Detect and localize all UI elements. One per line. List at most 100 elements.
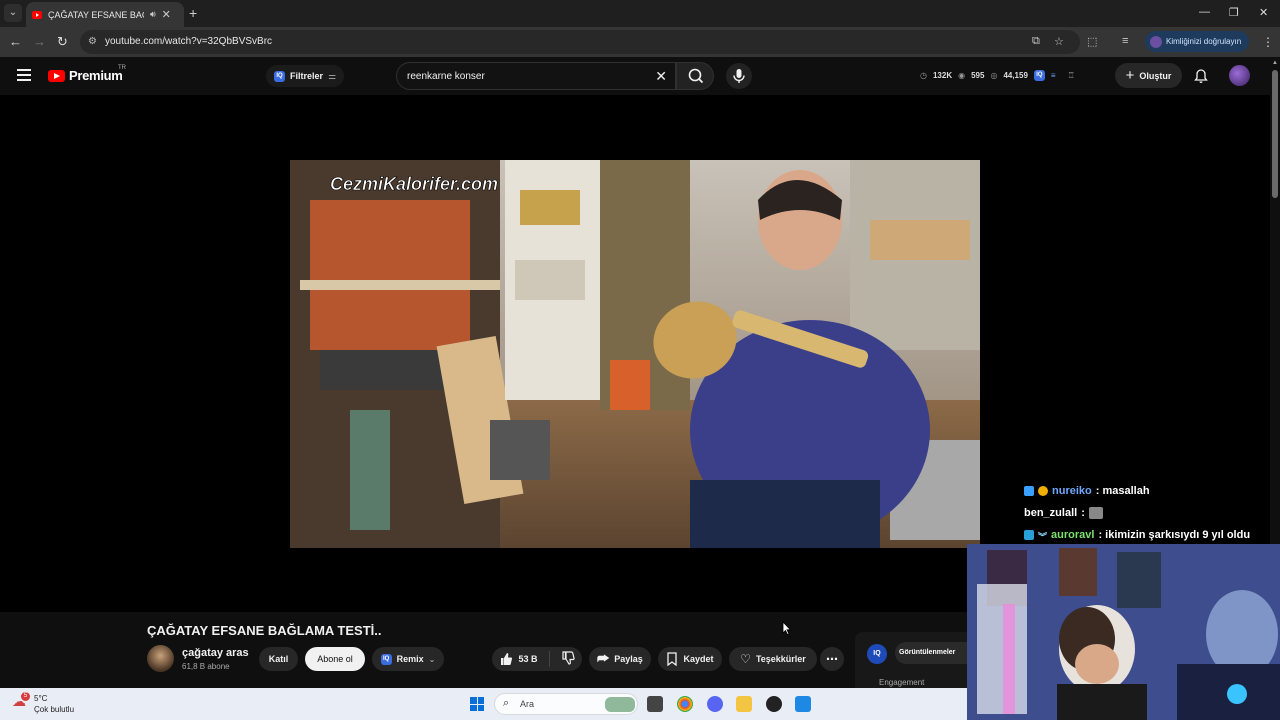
stat-watching: 595 [971, 71, 985, 80]
address-bar[interactable]: ⚙ youtube.com/watch?v=32QbBVSvBrc ⧉ ☆ [80, 30, 1080, 54]
video-scene-image: CezmiKalorifer.com [290, 160, 980, 548]
stream-chat-overlay: nureiko : masallah ben_zulall : ︾ aurora… [1024, 480, 1270, 546]
tab-search-chevron-icon[interactable]: ⌄ [4, 4, 22, 22]
share-label: Paylaş [614, 654, 643, 664]
engagement-label: Engagement [879, 678, 925, 687]
search-icon [688, 68, 704, 84]
thanks-button[interactable]: ♡ Teşekkürler [729, 647, 817, 671]
speaker-icon[interactable]: 🔊︎ [150, 9, 156, 20]
guide-menu-icon[interactable] [17, 69, 31, 81]
eye-outline-icon: ◎ [990, 71, 998, 80]
search-input[interactable]: reenkarne konser ✕ [396, 62, 676, 90]
minimize-window-icon[interactable]: — [1199, 6, 1210, 18]
iq-stats-bar: ◷ 132K ◉ 595 ◎ 44,159 IQ ≡ ♖ [920, 70, 1075, 81]
join-label: Katıl [268, 654, 289, 664]
site-info-icon[interactable]: ⚙ [88, 36, 97, 47]
chrome-icon[interactable] [677, 696, 693, 712]
scrollbar-thumb[interactable] [1272, 70, 1278, 198]
iq-badge-icon[interactable]: IQ [1033, 70, 1045, 81]
chat-message: ben_zulall : [1024, 502, 1270, 524]
chat-text: : ikimizin şarkısıydı 9 yıl oldu [1098, 529, 1251, 541]
like-count: 53 B [518, 654, 538, 664]
close-tab-icon[interactable]: ✕ [162, 8, 171, 21]
profile-button[interactable]: Kimliğinizi doğrulayın [1145, 31, 1249, 52]
like-button[interactable]: 53 B [499, 652, 538, 666]
create-button[interactable]: + Oluştur [1115, 63, 1182, 88]
chat-username: ben_zulall [1024, 507, 1078, 519]
forward-icon[interactable]: → [33, 34, 46, 50]
discord-icon[interactable] [707, 696, 723, 712]
restore-window-icon[interactable]: ❐ [1229, 6, 1239, 19]
filters-button[interactable]: IQ Filtreler ⚌ [266, 65, 345, 87]
bookmark-icon [667, 652, 678, 666]
cat-emote-icon [1088, 507, 1103, 519]
more-horizontal-icon: ⋯ [826, 652, 838, 666]
task-view-icon[interactable] [647, 696, 663, 712]
weather-badge: 5 [21, 692, 30, 701]
youtube-premium-logo[interactable]: Premium TR [48, 65, 126, 83]
account-avatar[interactable] [1229, 65, 1250, 86]
iq-logo-icon[interactable]: IQ [867, 644, 887, 664]
browser-menu-icon[interactable]: ⋮ [1262, 35, 1274, 49]
chat-text: : masallah [1095, 485, 1150, 497]
browser-toolbar: ← → ↻ ⚙ youtube.com/watch?v=32QbBVSvBrc … [0, 27, 1280, 57]
youtube-masthead: Premium TR IQ Filtreler ⚌ reenkarne kons… [0, 57, 1270, 95]
microphone-icon [733, 69, 745, 83]
close-window-icon[interactable]: ✕ [1259, 6, 1268, 19]
thanks-label: Teşekkürler [755, 654, 806, 664]
bookmark-star-icon[interactable]: ☆ [1054, 35, 1064, 48]
back-icon[interactable]: ← [9, 34, 22, 50]
install-app-icon[interactable]: ⧉ [1032, 35, 1040, 48]
plus-icon: + [1125, 67, 1135, 84]
search-button[interactable] [676, 62, 714, 90]
trophy-icon[interactable]: ♖ [1068, 71, 1075, 80]
thumbs-down-icon [561, 651, 575, 665]
weather-description[interactable]: Çok bulutlu [34, 705, 74, 714]
clear-search-icon[interactable]: ✕ [655, 68, 667, 85]
notifications-bell-icon[interactable] [1193, 68, 1209, 89]
windows-taskbar: ☁ 5 5°C Çok bulutlu ⌕ Ara [0, 688, 967, 720]
more-actions-button[interactable]: ⋯ [820, 647, 844, 671]
scroll-up-arrow-icon[interactable]: ▲ [1272, 60, 1278, 66]
search-highlight-image [605, 697, 635, 712]
badge-icon [1024, 530, 1034, 540]
webcam-image [967, 544, 1280, 720]
channel-name[interactable]: çağatay aras [182, 647, 249, 659]
voice-search-button[interactable] [726, 63, 752, 89]
chat-username: nureiko [1052, 485, 1092, 497]
chat-message: nureiko : masallah [1024, 480, 1270, 502]
remix-button[interactable]: IQ Remix ⌄ [372, 647, 444, 671]
chevron-down-icon: ⌄ [428, 654, 436, 664]
save-label: Kaydet [683, 654, 714, 664]
media-controls-icon[interactable]: ≡ [1122, 35, 1128, 47]
reload-icon[interactable]: ↻ [57, 34, 68, 50]
join-button[interactable]: Katıl [259, 647, 298, 671]
channel-avatar[interactable] [147, 645, 174, 672]
share-button[interactable]: ⮫ Paylaş [589, 647, 651, 671]
windows-start-icon[interactable] [470, 697, 484, 711]
subscribe-button[interactable]: Abone ol [305, 647, 365, 671]
badge-icon [1024, 486, 1034, 496]
save-button[interactable]: Kaydet [658, 647, 722, 671]
file-explorer-icon[interactable] [736, 696, 752, 712]
share-arrow-icon: ⮫ [597, 651, 610, 666]
video-title: ÇAĞATAY EFSANE BAĞLAMA TESTİ.. [147, 623, 382, 638]
clock-icon: ◷ [920, 71, 927, 80]
chat-username: auroravl [1051, 529, 1095, 541]
list-icon[interactable]: ≡ [1051, 71, 1056, 80]
tab-title: ÇAĞATAY EFSANE BAĞLAMA [48, 9, 144, 20]
browser-tab-active[interactable]: ÇAĞATAY EFSANE BAĞLAMA 🔊︎ ✕ [26, 2, 184, 27]
extensions-icon[interactable]: ⬚ [1087, 35, 1097, 48]
profile-label: Kimliğinizi doğrulayın [1166, 37, 1242, 46]
app-icon[interactable] [795, 696, 811, 712]
taskbar-search-input[interactable]: ⌕ Ara [494, 693, 638, 715]
filter-sliders-icon: ⚌ [328, 70, 337, 81]
dislike-button[interactable] [561, 651, 575, 667]
video-frame[interactable]: CezmiKalorifer.com [290, 160, 980, 548]
obs-icon[interactable] [766, 696, 782, 712]
video-watermark: CezmiKalorifer.com [330, 174, 498, 194]
weather-temperature[interactable]: 5°C [34, 694, 47, 703]
new-tab-button[interactable]: + [189, 5, 197, 21]
url-text: youtube.com/watch?v=32QbBVSvBrc [105, 36, 273, 47]
views-tab[interactable]: Görüntülenmeler [895, 642, 967, 664]
